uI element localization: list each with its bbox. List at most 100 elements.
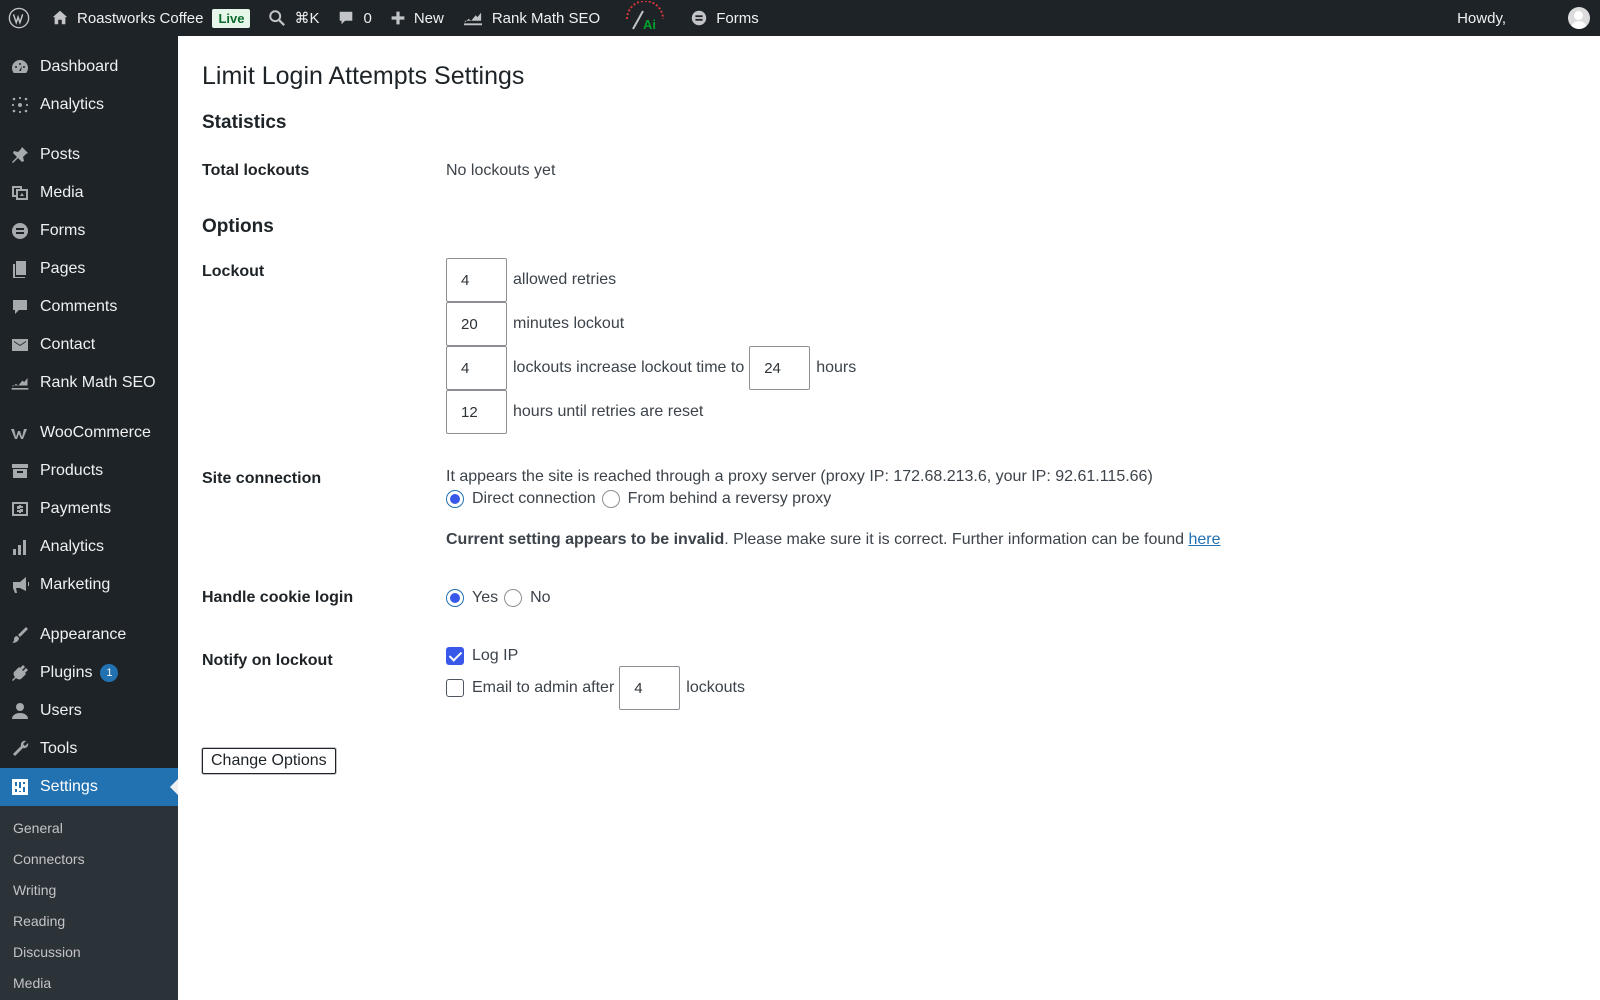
- sidebar-item-comments[interactable]: Comments: [0, 288, 178, 326]
- brush-icon: [10, 625, 30, 645]
- search-shortcut: ⌘K: [294, 10, 320, 27]
- minutes-lockout-input[interactable]: [446, 302, 507, 346]
- sidebar-item-label: Plugins: [40, 664, 93, 681]
- sidebar-item-label: Settings: [40, 778, 98, 795]
- allowed-retries-input[interactable]: [446, 258, 507, 302]
- submenu-item-discussion[interactable]: Discussion: [0, 936, 178, 967]
- email-admin-checkbox[interactable]: [446, 679, 464, 697]
- submenu-item-writing[interactable]: Writing: [0, 874, 178, 905]
- submenu-item-reading[interactable]: Reading: [0, 905, 178, 936]
- new-label: New: [413, 9, 444, 27]
- rankmath-icon: [462, 9, 484, 27]
- reset-hours-input[interactable]: [446, 390, 507, 434]
- handle-cookie-label: Handle cookie login: [202, 589, 354, 606]
- sidebar-item-payments[interactable]: Payments: [0, 490, 178, 528]
- new-content-link[interactable]: New: [381, 0, 453, 36]
- howdy-label: Howdy,: [1457, 9, 1506, 27]
- sidebar-item-products[interactable]: Products: [0, 452, 178, 490]
- invalid-setting-bold: Current setting appears to be invalid: [446, 531, 725, 548]
- command-palette-button[interactable]: ⌘K: [259, 0, 328, 36]
- notify-label: Notify on lockout: [202, 652, 333, 669]
- options-heading: Options: [202, 216, 274, 237]
- total-lockouts-row: Total lockouts No lockouts yet: [202, 162, 1576, 202]
- sidebar-item-plugins[interactable]: Plugins 1: [0, 654, 178, 692]
- plugin-icon: [10, 663, 30, 683]
- sidebar-item-posts[interactable]: Posts: [0, 136, 178, 174]
- users-icon: [10, 701, 30, 721]
- submenu-item-media[interactable]: Media: [0, 967, 178, 998]
- sidebar-item-woocommerce[interactable]: WooCommerce: [0, 414, 178, 452]
- hours-text: hours: [816, 359, 857, 376]
- invalid-setting-text: . Please make sure it is correct. Furthe…: [724, 531, 1189, 548]
- sidebar-item-label: Dashboard: [40, 58, 119, 75]
- page-title: Limit Login Attempts Settings: [202, 62, 525, 90]
- sidebar-item-contact[interactable]: Contact: [0, 326, 178, 364]
- lockout-row: Lockout allowed retries minutes lockout …: [202, 258, 1576, 434]
- change-options-button[interactable]: Change Options: [202, 748, 336, 774]
- sidebar-item-rankmath[interactable]: Rank Math SEO: [0, 364, 178, 402]
- rankmath-icon: [10, 373, 30, 393]
- sidebar-item-label: Posts: [40, 146, 81, 163]
- mail-icon: [10, 335, 30, 355]
- wrench-icon: [10, 739, 30, 759]
- media-icon: [10, 183, 30, 203]
- forms-link[interactable]: Forms: [681, 0, 768, 36]
- reverse-proxy-option[interactable]: From behind a reversy proxy: [601, 490, 832, 508]
- sidebar-item-appearance[interactable]: Appearance: [0, 616, 178, 654]
- cookie-yes-radio[interactable]: [446, 589, 464, 607]
- invalid-setting-notice: Current setting appears to be invalid. P…: [446, 529, 1576, 551]
- sidebar-item-analytics[interactable]: Analytics: [0, 86, 178, 124]
- direct-connection-radio[interactable]: [446, 490, 464, 508]
- avatar: [1568, 7, 1590, 29]
- sidebar-item-forms[interactable]: Forms: [0, 212, 178, 250]
- email-after-input[interactable]: [619, 666, 681, 710]
- submenu-item-general[interactable]: General: [0, 812, 178, 843]
- sidebar-item-users[interactable]: Users: [0, 692, 178, 730]
- my-account-link[interactable]: Howdy,: [1448, 0, 1600, 36]
- svg-text:Ai: Ai: [643, 17, 656, 31]
- here-link[interactable]: here: [1189, 531, 1221, 548]
- total-lockouts-value: No lockouts yet: [446, 162, 556, 179]
- ai-gauge-icon: Ai: [623, 0, 667, 35]
- woo-icon: [10, 423, 30, 443]
- submenu-item-connectors[interactable]: Connectors: [0, 843, 178, 874]
- direct-connection-option[interactable]: Direct connection: [446, 490, 596, 508]
- site-connection-label: Site connection: [202, 470, 322, 487]
- sidebar-item-analytics-woo[interactable]: Analytics: [0, 528, 178, 566]
- handle-cookie-row: Handle cookie login Yes No: [202, 587, 1576, 609]
- lockouts-increase-input[interactable]: [446, 346, 507, 390]
- sidebar-item-settings[interactable]: Settings: [0, 768, 178, 806]
- rankmath-link[interactable]: Rank Math SEO: [453, 0, 609, 36]
- sidebar-item-label: Rank Math SEO: [40, 374, 156, 391]
- cookie-yes-option[interactable]: Yes: [446, 589, 498, 607]
- sidebar-item-label: Marketing: [40, 576, 111, 593]
- plus-icon: [390, 10, 406, 26]
- increase-hours-input[interactable]: [749, 346, 811, 390]
- site-name-link[interactable]: Roastworks Coffee Live: [42, 0, 259, 36]
- sidebar-item-media[interactable]: Media: [0, 174, 178, 212]
- comments-link[interactable]: 0: [328, 0, 380, 36]
- sidebar-item-tools[interactable]: Tools: [0, 730, 178, 768]
- search-icon: [268, 9, 286, 27]
- reverse-proxy-radio[interactable]: [601, 490, 620, 508]
- sidebar-item-pages[interactable]: Pages: [0, 250, 178, 288]
- settings-icon: [10, 777, 30, 797]
- cookie-no-option[interactable]: No: [504, 589, 551, 607]
- ai-gauge-button[interactable]: Ai: [609, 0, 681, 36]
- log-ip-checkbox[interactable]: [446, 647, 464, 665]
- admin-sidebar: Dashboard Analytics Posts Media Forms Pa…: [0, 36, 178, 1000]
- sidebar-item-label: Payments: [40, 500, 112, 517]
- wordpress-logo-icon[interactable]: [0, 0, 42, 36]
- rankmath-label: Rank Math SEO: [491, 9, 601, 27]
- sidebar-item-marketing[interactable]: Marketing: [0, 566, 178, 604]
- reverse-proxy-label: From behind a reversy proxy: [627, 490, 832, 507]
- plugins-update-badge: 1: [100, 664, 119, 682]
- log-ip-option[interactable]: Log IP: [446, 644, 1576, 668]
- sidebar-item-label: Forms: [40, 222, 86, 239]
- sidebar-item-label: Appearance: [40, 626, 127, 643]
- site-connection-row: Site connection It appears the site is r…: [202, 466, 1576, 551]
- sidebar-item-dashboard[interactable]: Dashboard: [0, 48, 178, 86]
- cookie-no-radio[interactable]: [504, 589, 523, 607]
- allowed-retries-text: allowed retries: [513, 271, 617, 288]
- minutes-lockout-text: minutes lockout: [513, 315, 625, 332]
